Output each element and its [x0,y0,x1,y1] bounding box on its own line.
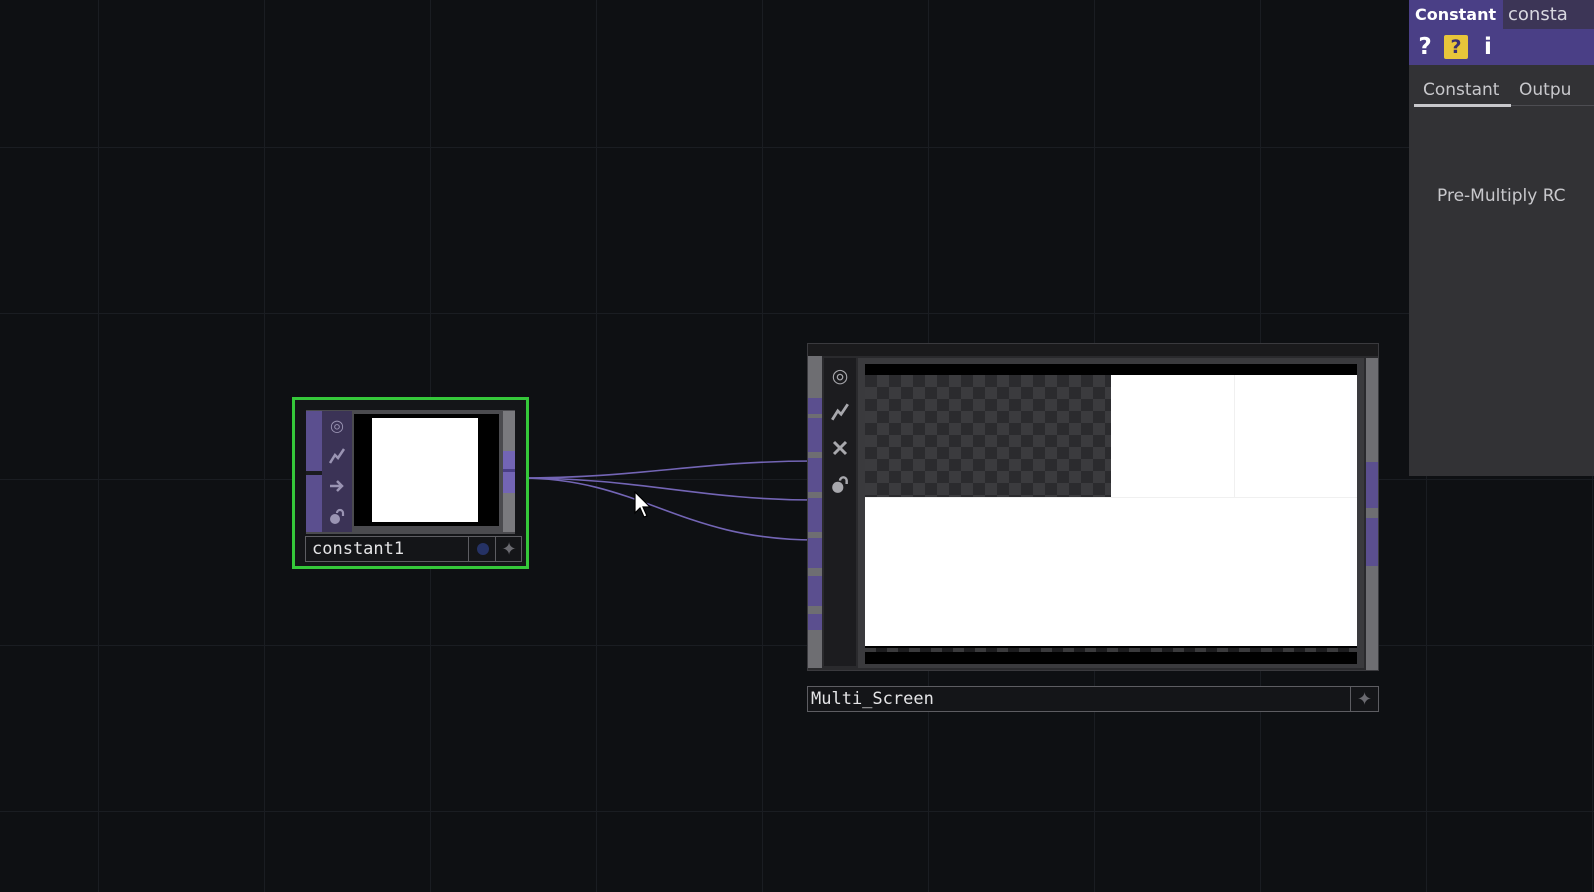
lock-icon[interactable] [322,501,352,531]
help-icon[interactable]: ? [1415,33,1435,61]
panel-toolbar: ? ? i [1409,29,1594,65]
param-label-premultiply[interactable]: Pre-Multiply RC [1437,186,1566,206]
node-flag-column: ◎ [322,411,352,532]
input-connector-5[interactable] [808,538,822,568]
input-connector-2[interactable] [808,418,822,452]
node-viewer [865,364,1357,664]
parameter-panel: Constant consta ? ? i Constant Outpu Pre… [1409,0,1594,476]
python-help-icon[interactable]: ? [1441,33,1471,61]
active-tab-indicator [1414,104,1511,107]
tab-constant[interactable]: Constant [1423,80,1499,100]
cook-icon[interactable] [824,394,856,430]
cook-icon[interactable] [322,441,352,471]
info-icon[interactable]: i [1479,33,1497,61]
output-connector[interactable] [503,451,515,493]
multi-screen-node[interactable]: ◎ [807,343,1379,671]
viewer-icon[interactable]: ◎ [322,411,352,441]
input-connector-7[interactable] [808,614,822,630]
transparent-checkerboard [865,375,1111,497]
wire-3[interactable] [519,477,816,541]
multi-screen-namebar[interactable]: Multi_Screen ✦ [807,686,1379,712]
node-output-strip [1366,358,1378,670]
wire-1[interactable] [519,460,816,479]
node-strip-divider [306,471,322,475]
viewer-bottom-stripe [865,648,1357,652]
lock-icon[interactable] [824,466,856,502]
operator-name-field[interactable]: consta [1505,0,1568,29]
python-help-label: ? [1444,35,1468,59]
bypass-icon[interactable] [322,471,352,501]
input-connector-1[interactable] [808,398,822,414]
viewer-icon[interactable]: ◎ [824,358,856,394]
output-connector-1[interactable] [1366,462,1378,508]
panel-header: Constant consta [1409,0,1594,29]
display-flag-icon [476,543,489,555]
output-connector-divider [503,469,515,472]
output-connector-2[interactable] [1366,518,1378,566]
viewer-seam [865,497,1357,498]
node-namebar[interactable]: constant1 ✦ [305,536,522,562]
viewer-white-area-top [1111,375,1357,497]
clone-icon[interactable] [824,430,856,466]
add-icon[interactable]: ✦ [1350,687,1378,711]
node-preview [354,414,499,526]
add-icon[interactable]: ✦ [495,537,522,561]
tab-output[interactable]: Outpu [1519,80,1571,100]
node-topbar [808,344,1378,356]
constant1-node[interactable]: ◎ constant1 ✦ [292,397,529,569]
node-name[interactable]: Multi_Screen [811,689,934,709]
display-flag-button[interactable] [468,537,496,561]
node-name[interactable]: constant1 [312,539,404,559]
viewer-white-area-bottom [865,497,1357,646]
input-connector-4[interactable] [808,498,822,532]
input-connector-3[interactable] [808,458,822,492]
mouse-cursor-icon [634,491,652,518]
operator-type-label: Constant [1409,0,1503,29]
preview-image [372,418,478,522]
node-flag-column: ◎ [824,358,856,666]
input-connector-6[interactable] [808,576,822,606]
viewer-seam [1234,375,1235,497]
